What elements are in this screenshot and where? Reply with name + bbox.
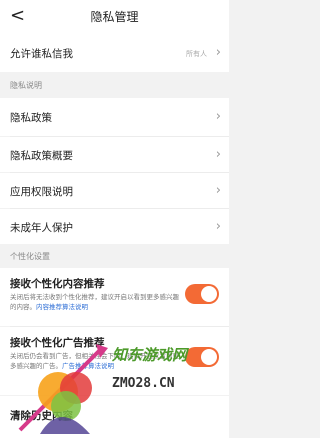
content-rec-toggle[interactable] (185, 284, 219, 304)
minor-protection-row[interactable]: 未成年人保护 › (0, 209, 229, 244)
chevron-right-icon: › (215, 147, 221, 162)
app-permissions-row[interactable]: 应用权限说明 › (0, 173, 229, 208)
toggle-knob (201, 349, 217, 365)
clear-history-label: 清除历史内容 (10, 410, 73, 422)
allow-message-row[interactable]: 允许谁私信我 所有人 › (0, 34, 229, 72)
chevron-right-icon: › (215, 183, 221, 198)
chevron-right-icon: › (215, 45, 221, 60)
section-label: 隐私说明 (10, 81, 42, 90)
app-permissions-label: 应用权限说明 (10, 186, 73, 198)
page-title: 隐私管理 (90, 10, 139, 24)
content-rec-title: 接收个性化内容推荐 (10, 278, 105, 290)
content-recommendation-row: 接收个性化内容推荐 关闭后将无法收到个性化推荐，建议开启以看到更多感兴趣的内容。… (0, 268, 229, 326)
ad-rec-toggle[interactable] (185, 347, 219, 367)
chevron-right-icon: › (215, 219, 221, 234)
allow-message-value: 所有人 (186, 50, 207, 58)
ad-rec-algorithm-link[interactable]: 广告推荐算法说明 (62, 362, 114, 370)
privacy-policy-label: 隐私政策 (10, 112, 52, 124)
clear-history-row[interactable]: 清除历史内容 (0, 396, 229, 438)
top-nav-bar: < 隐私管理 (0, 0, 229, 34)
allow-message-label: 允许谁私信我 (10, 48, 73, 60)
minor-protection-label: 未成年人保护 (10, 222, 73, 234)
section-privacy-notes: 隐私说明 (0, 72, 229, 98)
watermark-brand: 知东游戏网 (112, 346, 188, 364)
section-personalization: 个性化设置 (0, 244, 229, 268)
privacy-summary-label: 隐私政策概要 (10, 150, 73, 162)
content-rec-description: 关闭后将无法收到个性化推荐，建议开启以看到更多感兴趣的内容。内容推荐算法说明 (10, 293, 179, 311)
content-rec-algorithm-link[interactable]: 内容推荐算法说明 (36, 303, 88, 311)
privacy-policy-row[interactable]: 隐私政策 › (0, 98, 229, 136)
watermark-domain: ZMO28.CN (112, 376, 175, 391)
ad-rec-title: 接收个性化广告推荐 (10, 337, 105, 349)
privacy-summary-row[interactable]: 隐私政策概要 › (0, 137, 229, 172)
section-label: 个性化设置 (10, 252, 50, 261)
chevron-right-icon: › (215, 109, 221, 124)
toggle-knob (201, 286, 217, 302)
